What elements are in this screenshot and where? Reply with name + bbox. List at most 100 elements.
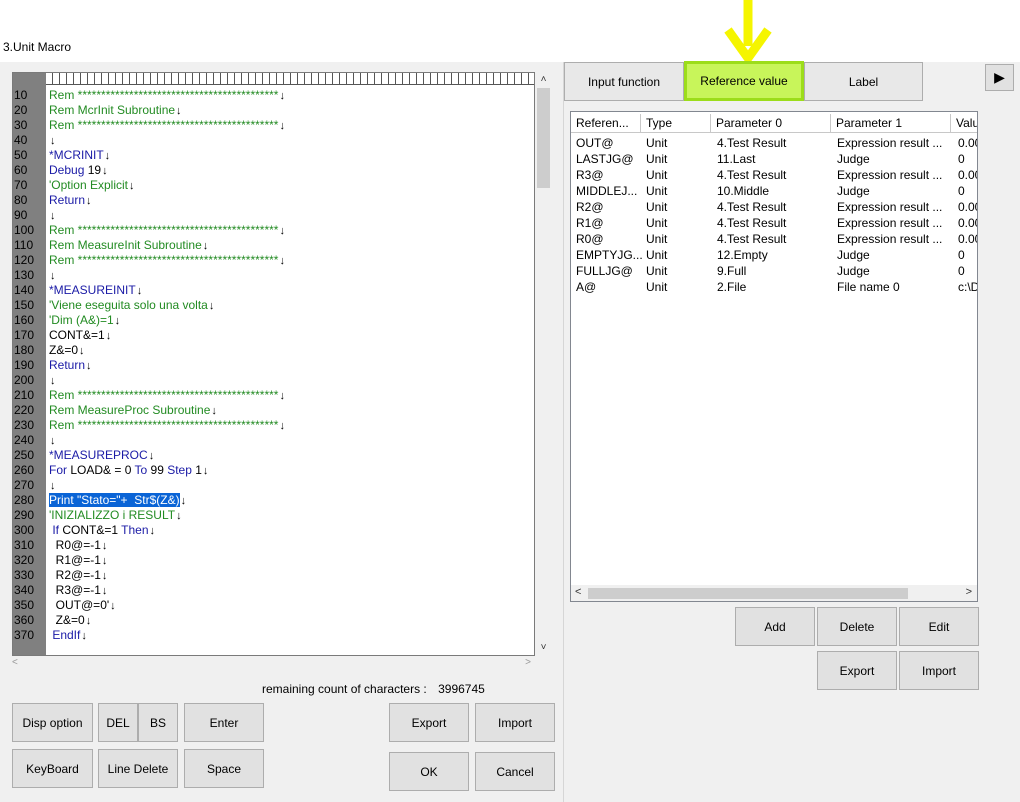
code-line[interactable]: 310 R0@=-1↓ xyxy=(13,538,534,553)
line-code[interactable]: R2@=-1↓ xyxy=(49,568,108,584)
keyboard-button[interactable]: KeyBoard xyxy=(12,749,93,788)
line-code[interactable]: ↓ xyxy=(49,268,56,284)
table-row[interactable]: LASTJG@ Unit 11.Last Judge 0 xyxy=(571,151,977,167)
table-row[interactable]: R0@ Unit 4.Test Result Expression result ..… xyxy=(571,231,977,247)
line-code[interactable]: 'INIZIALIZZO i RESULT↓ xyxy=(49,508,182,524)
scroll-right-icon[interactable]: > xyxy=(966,586,972,598)
next-tab-arrow-icon[interactable]: ▶ xyxy=(985,64,1014,91)
code-line[interactable]: 340 R3@=-1↓ xyxy=(13,583,534,598)
code-line[interactable]: 230 Rem *********************************… xyxy=(13,418,534,433)
line-code[interactable]: ↓ xyxy=(49,478,56,494)
scroll-left-icon[interactable]: < xyxy=(12,657,18,668)
code-line[interactable]: 50 *MCRINIT↓ xyxy=(13,148,534,163)
code-line[interactable]: 360 Z&=0↓ xyxy=(13,613,534,628)
table-row[interactable]: MIDDLEJ... Unit 10.Middle Judge 0 xyxy=(571,183,977,199)
table-row[interactable]: R1@ Unit 4.Test Result Expression result ..… xyxy=(571,215,977,231)
editor-vertical-scrollbar[interactable]: ˄ ˅ xyxy=(536,72,551,656)
code-line[interactable]: 280 Print "Stato="+ Str$(Z&)↓ xyxy=(13,493,534,508)
code-line[interactable]: 330 R2@=-1↓ xyxy=(13,568,534,583)
table-row[interactable]: R3@ Unit 4.Test Result Expression result ..… xyxy=(571,167,977,183)
del-button[interactable]: DEL xyxy=(98,703,138,742)
line-code[interactable]: OUT@=0'↓ xyxy=(49,598,116,614)
line-code[interactable]: *MCRINIT↓ xyxy=(49,148,110,164)
code-line[interactable]: 370 EndIf↓ xyxy=(13,628,534,643)
line-code[interactable]: Z&=0↓ xyxy=(49,343,85,359)
code-line[interactable]: 70 'Option Explicit↓ xyxy=(13,178,534,193)
code-line[interactable]: 210 Rem *********************************… xyxy=(13,388,534,403)
space-button[interactable]: Space xyxy=(184,749,264,788)
code-line[interactable]: 200 ↓ xyxy=(13,373,534,388)
code-line[interactable]: 140 *MEASUREINIT↓ xyxy=(13,283,534,298)
tab-input-function[interactable]: Input function xyxy=(564,62,684,101)
import-macro-button[interactable]: Import xyxy=(475,703,555,742)
delete-button[interactable]: Delete xyxy=(817,607,897,646)
code-line[interactable]: 30 Rem **********************************… xyxy=(13,118,534,133)
tab-reference-value[interactable]: Reference value xyxy=(684,61,804,101)
macro-editor[interactable]: 10 Rem **********************************… xyxy=(12,72,535,656)
table-row[interactable]: R2@ Unit 4.Test Result Expression result ..… xyxy=(571,199,977,215)
line-code[interactable]: Print "Stato="+ Str$(Z&)↓ xyxy=(49,493,186,509)
column-header-parameter-0[interactable]: Parameter 0 xyxy=(711,114,831,133)
code-line[interactable]: 100 Rem *********************************… xyxy=(13,223,534,238)
table-body[interactable]: OUT@ Unit 4.Test Result Expression result .… xyxy=(571,135,977,295)
ok-button[interactable]: OK xyxy=(389,752,469,791)
code-line[interactable]: 170 CONT&=1↓ xyxy=(13,328,534,343)
code-line[interactable]: 260 For LOAD& = 0 To 99 Step 1↓ xyxy=(13,463,534,478)
line-code[interactable]: Rem ************************************… xyxy=(49,418,285,434)
bs-button[interactable]: BS xyxy=(138,703,178,742)
scroll-right-icon[interactable]: > xyxy=(525,657,531,668)
code-line[interactable]: 110 Rem MeasureInit Subroutine↓ xyxy=(13,238,534,253)
code-line[interactable]: 250 *MEASUREPROC↓ xyxy=(13,448,534,463)
code-line[interactable]: 120 Rem *********************************… xyxy=(13,253,534,268)
code-line[interactable]: 220 Rem MeasureProc Subroutine↓ xyxy=(13,403,534,418)
code-line[interactable]: 190 Return↓ xyxy=(13,358,534,373)
scroll-left-icon[interactable]: < xyxy=(575,586,581,598)
reference-table[interactable]: Referen... Type Parameter 0 Parameter 1 … xyxy=(570,111,978,602)
code-line[interactable]: 150 'Viene eseguita solo una volta↓ xyxy=(13,298,534,313)
code-line[interactable]: 130 ↓ xyxy=(13,268,534,283)
table-row[interactable]: EMPTYJG... Unit 12.Empty Judge 0 xyxy=(571,247,977,263)
enter-button[interactable]: Enter xyxy=(184,703,264,742)
line-code[interactable]: Return↓ xyxy=(49,358,92,374)
line-delete-button[interactable]: Line Delete xyxy=(98,749,178,788)
line-code[interactable]: Debug 19↓ xyxy=(49,163,108,179)
scroll-thumb[interactable] xyxy=(537,88,550,188)
export-reference-button[interactable]: Export xyxy=(817,651,897,690)
code-line[interactable]: 300 If CONT&=1 Then↓ xyxy=(13,523,534,538)
column-header-type[interactable]: Type xyxy=(641,114,711,133)
line-code[interactable]: Rem ************************************… xyxy=(49,253,285,269)
code-lines[interactable]: 10 Rem **********************************… xyxy=(13,88,534,643)
line-code[interactable]: 'Option Explicit↓ xyxy=(49,178,135,194)
column-header-value[interactable]: Valu xyxy=(951,114,977,133)
edit-button[interactable]: Edit xyxy=(899,607,979,646)
code-line[interactable]: 320 R1@=-1↓ xyxy=(13,553,534,568)
line-code[interactable]: Rem MeasureInit Subroutine↓ xyxy=(49,238,208,254)
code-line[interactable]: 10 Rem **********************************… xyxy=(13,88,534,103)
line-code[interactable]: R3@=-1↓ xyxy=(49,583,108,599)
code-line[interactable]: 160 'Dim (A&)=1↓ xyxy=(13,313,534,328)
disp-option-button[interactable]: Disp option xyxy=(12,703,93,742)
scroll-down-icon[interactable]: ˅ xyxy=(536,642,551,656)
line-code[interactable]: For LOAD& = 0 To 99 Step 1↓ xyxy=(49,463,208,479)
add-button[interactable]: Add xyxy=(735,607,815,646)
line-code[interactable]: ↓ xyxy=(49,433,56,449)
code-line[interactable]: 90 ↓ xyxy=(13,208,534,223)
code-line[interactable]: 60 Debug 19↓ xyxy=(13,163,534,178)
table-row[interactable]: FULLJG@ Unit 9.Full Judge 0 xyxy=(571,263,977,279)
line-code[interactable]: R0@=-1↓ xyxy=(49,538,108,554)
editor-horizontal-scrollbar[interactable]: < > xyxy=(12,657,535,671)
line-code[interactable]: EndIf↓ xyxy=(49,628,87,644)
line-code[interactable]: Rem ************************************… xyxy=(49,118,285,134)
line-code[interactable]: *MEASUREPROC↓ xyxy=(49,448,154,464)
line-code[interactable]: Rem ************************************… xyxy=(49,388,285,404)
scroll-up-icon[interactable]: ˄ xyxy=(536,74,551,88)
line-code[interactable]: Return↓ xyxy=(49,193,92,209)
line-code[interactable]: Rem ************************************… xyxy=(49,88,285,104)
line-code[interactable]: Z&=0↓ xyxy=(49,613,92,629)
line-code[interactable]: 'Viene eseguita solo una volta↓ xyxy=(49,298,214,314)
cancel-button[interactable]: Cancel xyxy=(475,752,555,791)
code-line[interactable]: 350 OUT@=0'↓ xyxy=(13,598,534,613)
import-reference-button[interactable]: Import xyxy=(899,651,979,690)
column-header-reference[interactable]: Referen... xyxy=(571,114,641,133)
line-code[interactable]: *MEASUREINIT↓ xyxy=(49,283,142,299)
